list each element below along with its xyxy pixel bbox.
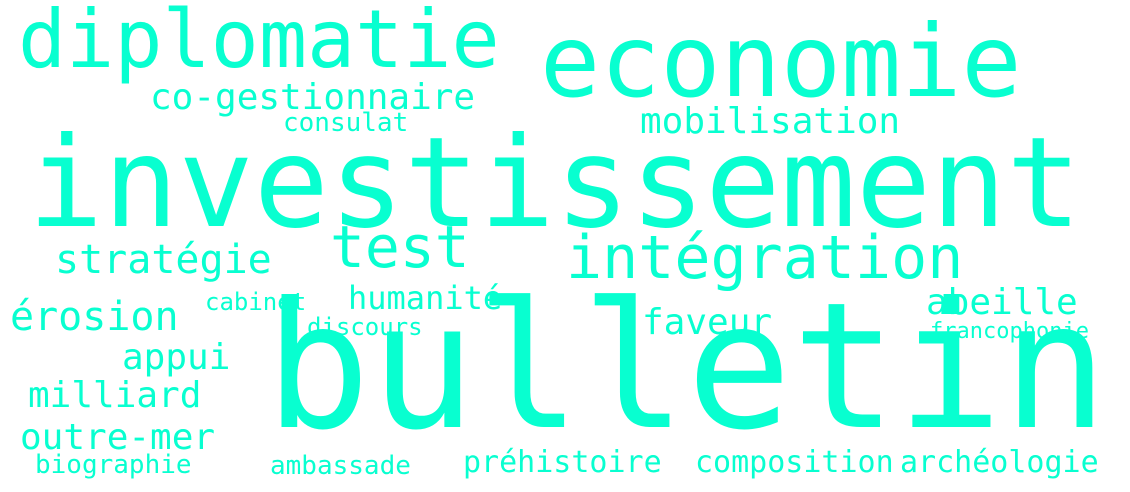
word-bulletin: bulletin [265,280,1108,455]
word-strategie: stratégie [55,240,272,280]
word-prehistoire: préhistoire [463,448,662,478]
word-economie: economie [540,12,1022,112]
word-ambassade: ambassade [270,453,411,479]
word-archeologie: archéologie [900,448,1099,478]
word-milliard: milliard [28,378,201,414]
word-appui: appui [122,340,230,376]
word-diplomatie: diplomatie [18,0,500,80]
word-composition: composition [695,448,894,478]
word-biographie: biographie [35,452,192,478]
word-erosion: érosion [10,297,179,337]
word-cloud: diplomatie economie co-gestionnaire cons… [0,0,1130,492]
